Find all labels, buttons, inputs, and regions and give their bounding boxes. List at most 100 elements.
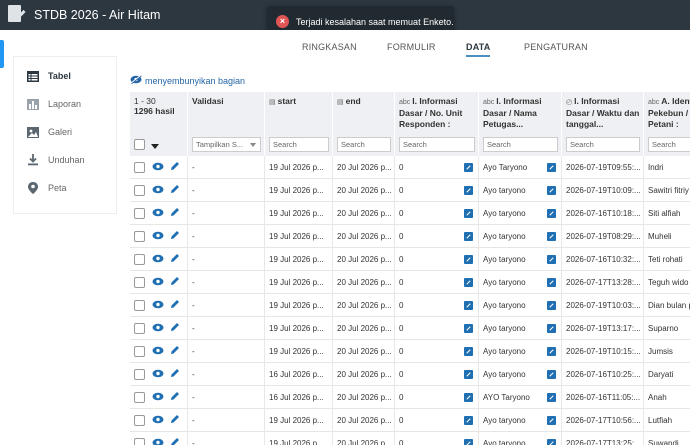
tab-formulir[interactable]: FORMULIR [387, 42, 436, 52]
table-row[interactable]: - 19 Jul 2026 p... 20 Jul 2026 p... 0 Ayo ta… [130, 225, 690, 248]
validation-filter-select[interactable]: Tampilkan S... [192, 137, 261, 152]
row-checkbox[interactable] [134, 231, 145, 242]
row-checkbox[interactable] [134, 185, 145, 196]
column-search-input[interactable]: Search [648, 137, 690, 152]
open-external-icon[interactable] [464, 232, 473, 241]
eye-icon[interactable] [152, 369, 164, 378]
table-row[interactable]: - 19 Jul 2026 p... 20 Jul 2026 p... 0 Ayo ta… [130, 317, 690, 340]
table-row[interactable]: - 19 Jul 2026 p... 20 Jul 2026 p... 0 Ayo ta… [130, 432, 690, 445]
tab-pengaturan[interactable]: PENGATURAN [524, 42, 588, 52]
column-header[interactable]: Validasi Tampilkan S... [188, 92, 265, 156]
row-checkbox[interactable] [134, 346, 145, 357]
open-external-icon[interactable] [547, 186, 556, 195]
pencil-icon[interactable] [170, 276, 180, 286]
column-header[interactable]: ◴ I. Informasi Dasar / Waktu dan tanggal.… [562, 92, 644, 156]
open-external-icon[interactable] [464, 186, 473, 195]
open-external-icon[interactable] [547, 232, 556, 241]
pencil-icon[interactable] [170, 391, 180, 401]
row-checkbox[interactable] [134, 369, 145, 380]
eye-icon[interactable] [152, 300, 164, 309]
column-header[interactable]: abc I. Informasi Dasar / No. Unit Respond… [395, 92, 479, 156]
caret-down-icon[interactable] [151, 144, 159, 149]
sidebar-item-galeri[interactable]: Galeri [14, 118, 116, 146]
tab-data[interactable]: DATA [466, 42, 491, 57]
table-row[interactable]: - 19 Jul 2026 p... 20 Jul 2026 p... 0 Ayo ta… [130, 409, 690, 432]
open-external-icon[interactable] [547, 393, 556, 402]
pencil-icon[interactable] [170, 414, 180, 424]
eye-icon[interactable] [152, 277, 164, 286]
open-external-icon[interactable] [464, 347, 473, 356]
open-external-icon[interactable] [464, 393, 473, 402]
open-external-icon[interactable] [464, 209, 473, 218]
column-search-input[interactable]: Search [566, 137, 640, 152]
sidebar-item-peta[interactable]: Peta [14, 174, 116, 202]
pencil-icon[interactable] [170, 322, 180, 332]
table-row[interactable]: - 19 Jul 2026 p... 20 Jul 2026 p... 0 Ayo ta… [130, 248, 690, 271]
table-row[interactable]: - 19 Jul 2026 p... 20 Jul 2026 p... 0 Ayo Ta… [130, 156, 690, 179]
row-checkbox[interactable] [134, 277, 145, 288]
eye-icon[interactable] [152, 254, 164, 263]
column-header[interactable]: ▤ end Search [333, 92, 395, 156]
open-external-icon[interactable] [547, 278, 556, 287]
column-search-input[interactable]: Search [483, 137, 558, 152]
hide-fields-link[interactable]: menyembunyikan bagian [130, 74, 245, 87]
pencil-icon[interactable] [170, 368, 180, 378]
column-search-input[interactable]: Search [399, 137, 475, 152]
row-checkbox[interactable] [134, 438, 145, 445]
open-external-icon[interactable] [547, 209, 556, 218]
open-external-icon[interactable] [547, 416, 556, 425]
row-checkbox[interactable] [134, 392, 145, 403]
open-external-icon[interactable] [464, 255, 473, 264]
table-row[interactable]: - 19 Jul 2026 p... 20 Jul 2026 p... 0 Ayo ta… [130, 340, 690, 363]
open-external-icon[interactable] [464, 278, 473, 287]
open-external-icon[interactable] [464, 163, 473, 172]
sidebar-item-tabel[interactable]: Tabel [14, 62, 116, 90]
open-external-icon[interactable] [464, 416, 473, 425]
row-checkbox[interactable] [134, 254, 145, 265]
column-header[interactable]: abc A. Ident Pekebun / Petani : Search [644, 92, 690, 156]
eye-icon[interactable] [152, 208, 164, 217]
sidebar-item-laporan[interactable]: Laporan [14, 90, 116, 118]
eye-icon[interactable] [152, 346, 164, 355]
open-external-icon[interactable] [547, 370, 556, 379]
eye-icon[interactable] [152, 231, 164, 240]
open-external-icon[interactable] [547, 163, 556, 172]
column-header[interactable]: ▤ start Search [265, 92, 333, 156]
pencil-icon[interactable] [170, 161, 180, 171]
eye-icon[interactable] [152, 415, 164, 424]
table-row[interactable]: - 19 Jul 2026 p... 20 Jul 2026 p... 0 Ayo ta… [130, 271, 690, 294]
form-edit-icon[interactable] [8, 5, 26, 25]
open-external-icon[interactable] [547, 439, 556, 445]
open-external-icon[interactable] [464, 439, 473, 445]
open-external-icon[interactable] [464, 370, 473, 379]
sidebar-item-unduhan[interactable]: Unduhan [14, 146, 116, 174]
table-row[interactable]: - 19 Jul 2026 p... 20 Jul 2026 p... 0 Ayo ta… [130, 179, 690, 202]
column-header[interactable]: abc I. Informasi Dasar / Nama Petugas... S… [479, 92, 562, 156]
column-search-input[interactable]: Search [337, 137, 391, 152]
open-external-icon[interactable] [547, 255, 556, 264]
open-external-icon[interactable] [547, 324, 556, 333]
eye-icon[interactable] [152, 392, 164, 401]
pencil-icon[interactable] [170, 230, 180, 240]
pencil-icon[interactable] [170, 253, 180, 263]
select-all-checkbox[interactable] [134, 139, 145, 150]
pencil-icon[interactable] [170, 437, 180, 445]
eye-icon[interactable] [152, 162, 164, 171]
row-checkbox[interactable] [134, 208, 145, 219]
open-external-icon[interactable] [547, 347, 556, 356]
table-row[interactable]: - 19 Jul 2026 p... 20 Jul 2026 p... 0 Ayo ta… [130, 202, 690, 225]
table-row[interactable]: - 19 Jul 2026 p... 20 Jul 2026 p... 0 Ayo ta… [130, 294, 690, 317]
table-row[interactable]: - 16 Jul 2026 p... 20 Jul 2026 p... 0 AYO Ta… [130, 386, 690, 409]
pencil-icon[interactable] [170, 299, 180, 309]
eye-icon[interactable] [152, 438, 164, 445]
open-external-icon[interactable] [464, 301, 473, 310]
pencil-icon[interactable] [170, 345, 180, 355]
row-checkbox[interactable] [134, 415, 145, 426]
pencil-icon[interactable] [170, 207, 180, 217]
eye-icon[interactable] [152, 185, 164, 194]
row-checkbox[interactable] [134, 323, 145, 334]
open-external-icon[interactable] [464, 324, 473, 333]
pencil-icon[interactable] [170, 184, 180, 194]
row-checkbox[interactable] [134, 300, 145, 311]
tab-ringkasan[interactable]: RINGKASAN [302, 42, 357, 52]
